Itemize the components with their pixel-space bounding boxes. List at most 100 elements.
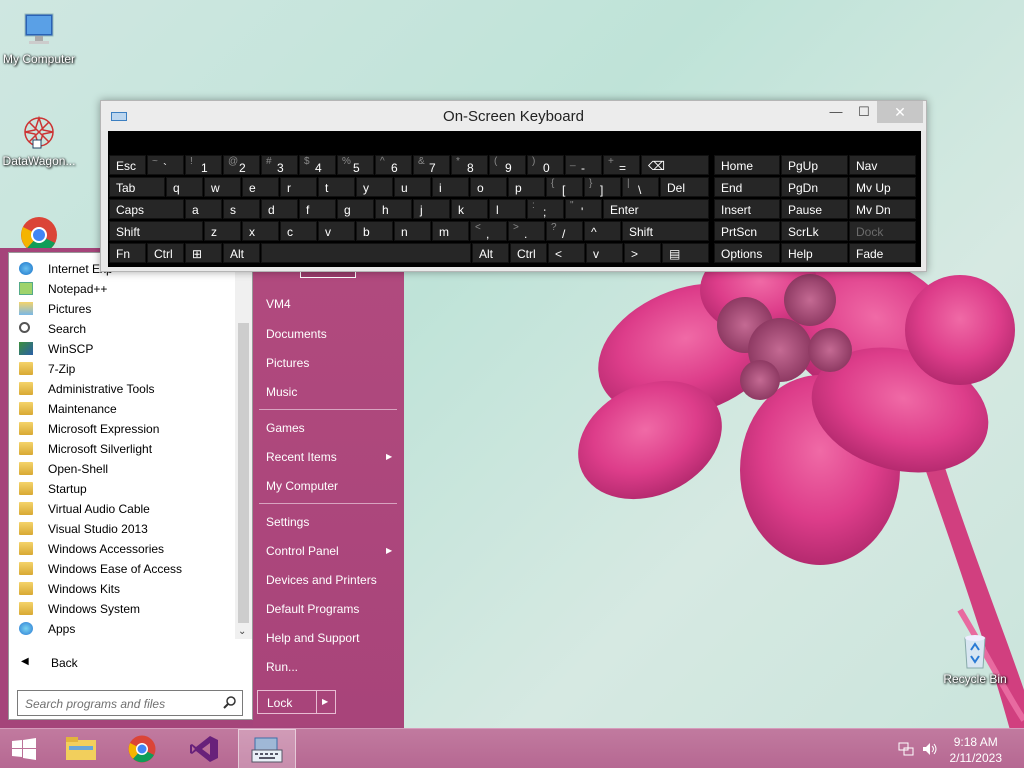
nav-key[interactable]: PrtScn [714, 221, 780, 241]
key[interactable]: g [337, 199, 374, 219]
key[interactable]: Tab [109, 177, 165, 197]
key[interactable]: Ctrl [510, 243, 547, 263]
nav-key[interactable]: Help [781, 243, 848, 263]
start-button[interactable] [0, 729, 58, 768]
volume-icon[interactable] [921, 741, 939, 760]
key[interactable]: ) 0 [527, 155, 564, 175]
key[interactable]: d [261, 199, 298, 219]
key[interactable]: < [548, 243, 585, 263]
menu-devices-printers[interactable]: Devices and Printers [266, 573, 377, 587]
program-item[interactable]: Search [19, 319, 235, 339]
lock-options-arrow-icon[interactable]: ▶ [322, 697, 328, 706]
program-item[interactable]: Visual Studio 2013 [19, 519, 235, 539]
key[interactable]: ! 1 [185, 155, 222, 175]
nav-key[interactable]: Options [714, 243, 780, 263]
key[interactable]: " ' [565, 199, 602, 219]
nav-key[interactable]: Nav [849, 155, 916, 175]
key[interactable]: Alt [472, 243, 509, 263]
key[interactable]: #3 [261, 155, 298, 175]
menu-control-panel[interactable]: Control Panel [266, 544, 339, 558]
program-item[interactable]: Microsoft Expression [19, 419, 235, 439]
program-item[interactable]: Windows Ease of Access [19, 559, 235, 579]
key[interactable]: i [432, 177, 469, 197]
key[interactable]: k [451, 199, 488, 219]
search-icon[interactable] [223, 695, 237, 712]
key[interactable]: u [394, 177, 431, 197]
key[interactable]: p [508, 177, 545, 197]
key[interactable]: j [413, 199, 450, 219]
programs-scrollbar[interactable]: ⌄ [235, 267, 252, 639]
nav-key[interactable]: PgUp [781, 155, 848, 175]
key[interactable]: m [432, 221, 469, 241]
key[interactable]: v [318, 221, 355, 241]
program-item[interactable]: WinSCP [19, 339, 235, 359]
osk-title-bar[interactable]: On-Screen Keyboard — ☐ ✕ [101, 101, 926, 131]
key[interactable]: ⊞ [185, 243, 222, 263]
close-button[interactable]: ✕ [877, 101, 923, 123]
key[interactable]: v [586, 243, 623, 263]
key[interactable]: % 5 [337, 155, 374, 175]
desktop-icon-recycle-bin[interactable]: Recycle Bin [936, 630, 1014, 686]
key[interactable]: _ - [565, 155, 602, 175]
program-item[interactable]: Administrative Tools [19, 379, 235, 399]
key[interactable]: Enter [603, 199, 709, 219]
menu-run[interactable]: Run... [266, 660, 298, 674]
key[interactable]: ? / [546, 221, 583, 241]
desktop-icon-my-computer[interactable]: My Computer [0, 10, 78, 66]
key[interactable]: Fn [109, 243, 146, 263]
key[interactable]: y [356, 177, 393, 197]
osk-taskbar-button[interactable] [238, 729, 296, 768]
key[interactable]: Caps [109, 199, 184, 219]
program-item[interactable]: Windows Kits [19, 579, 235, 599]
key[interactable]: q [166, 177, 203, 197]
key[interactable]: & 7 [413, 155, 450, 175]
back-button[interactable]: ◀ Back [19, 653, 244, 675]
key[interactable]: h [375, 199, 412, 219]
menu-vm4[interactable]: VM4 [266, 297, 291, 311]
key[interactable]: a [185, 199, 222, 219]
program-item[interactable]: 7-Zip [19, 359, 235, 379]
key[interactable]: t [318, 177, 355, 197]
key[interactable]: | \ [622, 177, 659, 197]
menu-music[interactable]: Music [266, 385, 297, 399]
nav-key[interactable]: PgDn [781, 177, 848, 197]
scroll-down-icon[interactable]: ⌄ [238, 626, 246, 637]
nav-key[interactable]: ScrLk [781, 221, 848, 241]
program-item[interactable]: Startup [19, 479, 235, 499]
nav-key[interactable]: End [714, 177, 780, 197]
key[interactable]: (9 [489, 155, 526, 175]
scrollbar-thumb[interactable] [238, 323, 249, 623]
menu-games[interactable]: Games [266, 421, 305, 435]
menu-documents[interactable]: Documents [266, 327, 327, 341]
maximize-button[interactable]: ☐ [849, 101, 879, 123]
key[interactable]: n [394, 221, 431, 241]
menu-help-support[interactable]: Help and Support [266, 631, 359, 645]
key[interactable]: o [470, 177, 507, 197]
chrome-taskbar-button[interactable] [114, 729, 172, 768]
key[interactable]: $4 [299, 155, 336, 175]
key[interactable]: x [242, 221, 279, 241]
program-item[interactable]: Virtual Audio Cable [19, 499, 235, 519]
program-item[interactable]: Apps [19, 619, 235, 639]
key[interactable]: ^ [584, 221, 621, 241]
program-item[interactable]: Windows System [19, 599, 235, 619]
key[interactable]: >. [508, 221, 545, 241]
nav-key[interactable]: Home [714, 155, 780, 175]
key[interactable]: :; [527, 199, 564, 219]
nav-key[interactable]: Mv Up [849, 177, 916, 197]
key[interactable]: c [280, 221, 317, 241]
program-item[interactable]: Pictures [19, 299, 235, 319]
key[interactable]: ~ ` [147, 155, 184, 175]
key[interactable]: + = [603, 155, 640, 175]
key[interactable]: e [242, 177, 279, 197]
key[interactable]: Esc [109, 155, 146, 175]
search-programs-input[interactable]: Search programs and files [17, 690, 243, 716]
system-clock[interactable]: 9:18 AM 2/11/2023 [950, 734, 1003, 766]
key[interactable]: Shift [622, 221, 709, 241]
key[interactable]: ^ 6 [375, 155, 412, 175]
key[interactable]: s [223, 199, 260, 219]
key[interactable]: Del [660, 177, 709, 197]
key[interactable]: * 8 [451, 155, 488, 175]
menu-settings[interactable]: Settings [266, 515, 309, 529]
nav-key[interactable]: Insert [714, 199, 780, 219]
